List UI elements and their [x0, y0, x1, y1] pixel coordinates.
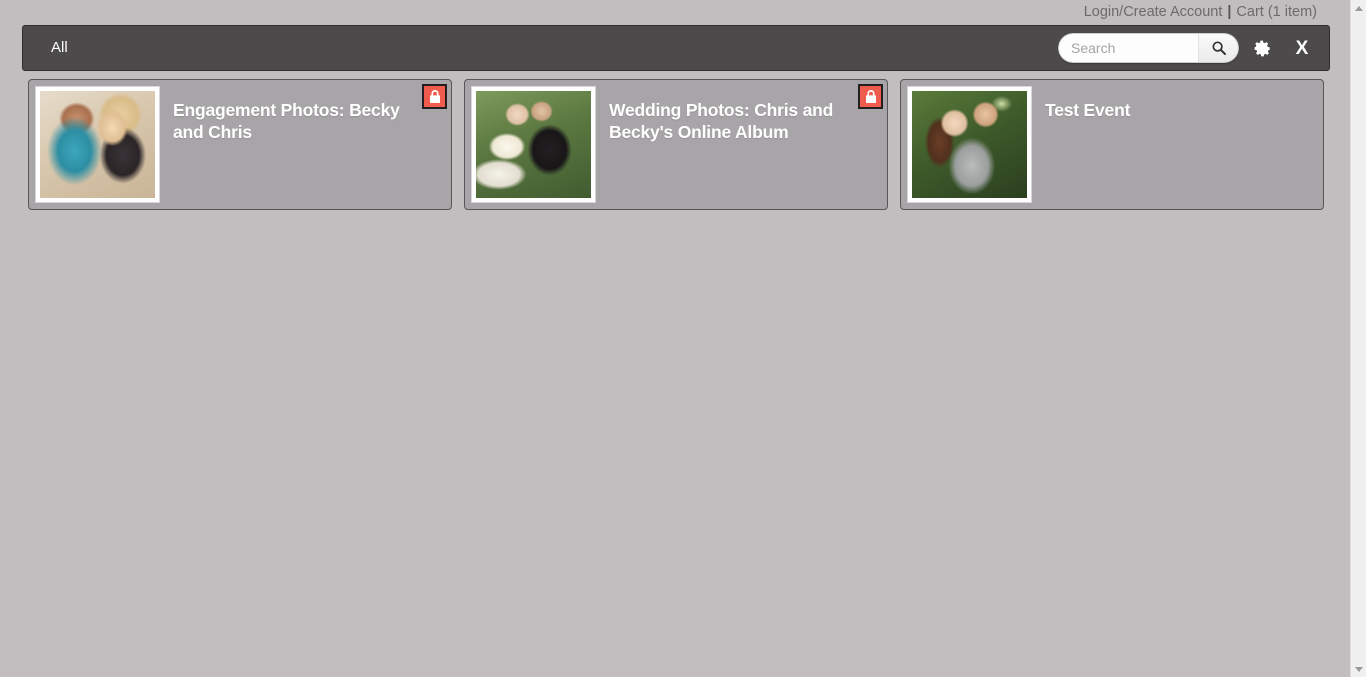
navbar-right-group: X: [1058, 26, 1319, 70]
main-navbar: All Search X: [22, 25, 1330, 71]
settings-button[interactable]: [1245, 26, 1279, 70]
lock-icon: [864, 89, 878, 105]
event-card[interactable]: Engagement Photos: Becky and Chris: [28, 79, 452, 210]
lock-icon: [428, 89, 442, 105]
cart-link[interactable]: Cart (1 item): [1236, 4, 1317, 20]
search-icon: [1211, 40, 1227, 56]
scroll-down-arrow-icon[interactable]: [1351, 661, 1366, 677]
close-button[interactable]: X: [1285, 26, 1319, 70]
scrollbar-track[interactable]: [1351, 16, 1366, 661]
event-thumbnail: [471, 86, 596, 203]
private-lock-badge[interactable]: [422, 84, 447, 109]
event-card[interactable]: Wedding Photos: Chris and Becky's Online…: [464, 79, 888, 210]
event-title: Engagement Photos: Becky and Chris: [173, 100, 400, 142]
top-utility-bar: Login/Create Account | Cart (1 item): [0, 0, 1350, 24]
page-root: Login/Create Account | Cart (1 item) All: [0, 0, 1366, 677]
event-thumbnail-image: [476, 91, 591, 198]
gear-icon: [1253, 39, 1272, 58]
event-title: Test Event: [1045, 100, 1131, 120]
search-submit-button[interactable]: [1198, 33, 1239, 63]
private-lock-badge[interactable]: [858, 84, 883, 109]
event-thumbnail: [907, 86, 1032, 203]
close-icon: X: [1295, 37, 1309, 59]
event-title: Wedding Photos: Chris and Becky's Online…: [609, 100, 834, 142]
login-create-account-link[interactable]: Login/Create Account: [1084, 4, 1223, 20]
topbar-separator: |: [1227, 4, 1232, 20]
search-input[interactable]: [1058, 33, 1198, 63]
event-card-list: Engagement Photos: Becky and Chris Weddi…: [28, 79, 1324, 210]
navbar-left-group: All: [23, 26, 82, 70]
scroll-up-arrow-icon[interactable]: [1351, 0, 1366, 16]
search-bar: [1058, 33, 1239, 63]
event-thumbnail: [35, 86, 160, 203]
nav-item-all[interactable]: All: [23, 26, 82, 70]
event-thumbnail-image: [912, 91, 1027, 198]
event-card[interactable]: Test Event: [900, 79, 1324, 210]
page-scrollbar[interactable]: [1350, 0, 1366, 677]
event-thumbnail-image: [40, 91, 155, 198]
